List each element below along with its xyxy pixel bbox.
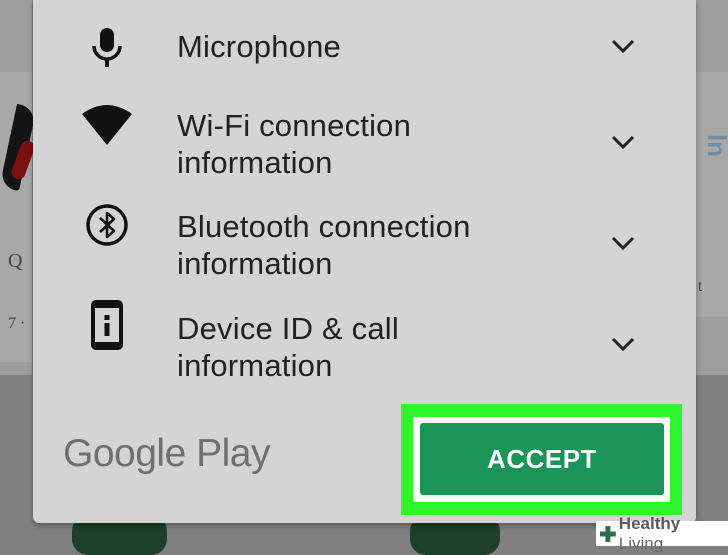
permission-label: Microphone bbox=[177, 29, 341, 64]
chevron-down-icon[interactable] bbox=[607, 30, 639, 62]
google-play-logo: Google Play bbox=[63, 432, 270, 475]
chevron-down-icon[interactable] bbox=[607, 227, 639, 259]
permission-label: Bluetooth connection information bbox=[177, 209, 471, 281]
bluetooth-icon bbox=[81, 199, 133, 251]
background-text: 7 · bbox=[8, 315, 26, 332]
watermark-rest: Living bbox=[618, 533, 664, 553]
wifi-icon bbox=[81, 98, 133, 150]
permission-label: Wi-Fi connection information bbox=[177, 108, 412, 180]
chevron-down-icon[interactable] bbox=[607, 328, 639, 360]
watermark-bold: Healthy bbox=[618, 513, 681, 533]
device-info-icon bbox=[81, 299, 133, 351]
microphone-icon bbox=[81, 22, 133, 74]
healthy-living-watermark: Healthy Living bbox=[596, 514, 728, 553]
background-text: t bbox=[698, 278, 702, 294]
permission-label: Device ID & call information bbox=[177, 311, 399, 383]
plus-icon bbox=[600, 525, 616, 542]
background-text: Q bbox=[8, 250, 23, 272]
accept-button[interactable]: ACCEPT bbox=[420, 423, 664, 495]
background-text: ln bbox=[702, 133, 728, 158]
chevron-down-icon[interactable] bbox=[607, 126, 639, 158]
